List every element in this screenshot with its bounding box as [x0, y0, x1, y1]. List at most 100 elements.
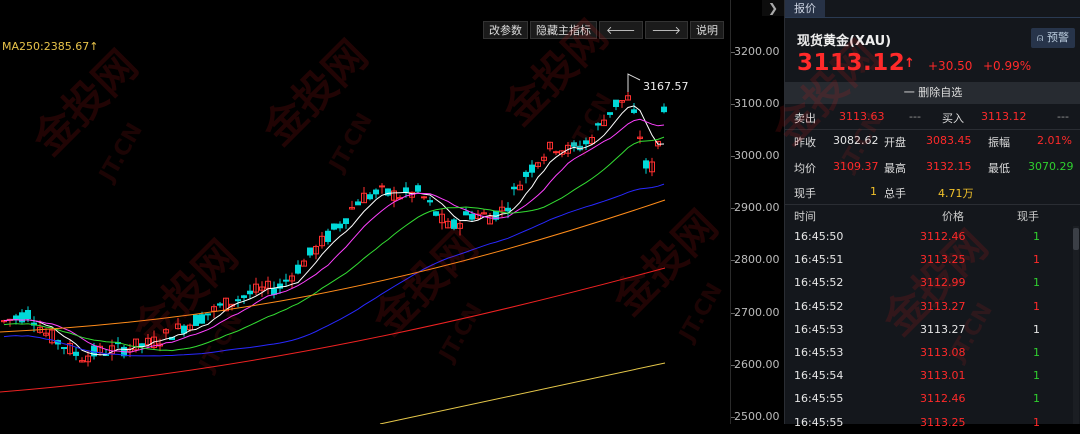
chart-toolbar: 改参数 隐藏主指标 🡐 🡒 说明	[483, 21, 724, 39]
candle-body	[283, 279, 289, 282]
cur-vol-value: 1	[870, 185, 877, 198]
candle-body	[367, 194, 373, 200]
candle-body	[583, 140, 589, 145]
candle-body	[241, 295, 247, 298]
tick-price: 3113.25	[920, 253, 966, 267]
price-axis: 3200.00 3100.00 3000.00 2900.00 2800.00 2700.…	[730, 0, 784, 424]
change-params-button[interactable]: 改参数	[483, 21, 528, 39]
up-arrow-icon: ↑	[904, 56, 915, 71]
high-value: 3132.15	[926, 160, 972, 173]
tick-price: 3113.08	[920, 346, 966, 359]
axis-tick-label: 2800.00	[734, 253, 780, 267]
ticks-scrollbar[interactable]	[1073, 226, 1079, 424]
candle-body	[337, 223, 343, 229]
tick-row: 16:45:55 3112.46 1	[785, 392, 1080, 410]
candle-body	[139, 343, 145, 347]
ticks-time-header: 时间	[794, 210, 816, 223]
axis-tick-label: 2700.00	[734, 305, 780, 319]
candle-body	[73, 351, 79, 356]
candle-body	[571, 142, 577, 147]
stats-row-1: 昨收 3082.62 开盘 3083.45 振幅 2.01%	[785, 134, 1080, 152]
remove-favorite-button[interactable]: 一 删除自选	[785, 82, 1080, 104]
avg-value: 3109.37	[833, 160, 879, 173]
stats-row-2: 均价 3109.37 最高 3132.15 最低 3070.29	[785, 160, 1080, 178]
candle-body	[331, 223, 337, 230]
tick-price: 3112.99	[920, 276, 966, 290]
cur-vol-label: 现手	[794, 187, 816, 200]
axis-tick-label: 2900.00	[734, 201, 780, 215]
tick-row: 16:45:52 3113.27 1	[785, 300, 1080, 318]
ma250-line	[379, 362, 666, 424]
tick-volume: 1	[1033, 346, 1040, 359]
last-price: 3113.12	[797, 50, 906, 76]
bid-volume: ---	[909, 110, 921, 123]
candle-body	[613, 99, 619, 108]
candle-body	[451, 219, 457, 229]
candle-body	[643, 160, 649, 169]
stats-row-3: 现手 1 总手 4.71万	[785, 185, 1080, 203]
prev-close-value: 3082.62	[833, 134, 879, 147]
candle-body	[13, 315, 19, 320]
tab-underline	[785, 17, 1080, 18]
alert-button[interactable]: ⍝ 预警	[1030, 28, 1075, 48]
candle-body	[247, 290, 253, 295]
ma250-label: MA250:2385.67↑	[2, 40, 99, 53]
collapse-panel-icon[interactable]: ❯	[762, 0, 784, 16]
tab-quote[interactable]: 报价	[785, 0, 825, 17]
tick-time: 16:45:55	[794, 392, 844, 406]
prev-close-label: 昨收	[794, 136, 816, 149]
tick-price: 3112.46	[920, 230, 966, 243]
ma-red-line	[0, 267, 666, 393]
axis-tick-label: 3100.00	[734, 97, 780, 111]
alert-label: 预警	[1047, 31, 1069, 44]
tick-volume: 1	[1033, 299, 1040, 313]
candle-body	[181, 325, 187, 334]
ma20-line	[3, 136, 665, 352]
candle-body	[217, 303, 223, 306]
candle-body	[379, 185, 385, 188]
bell-icon: ⍝	[1036, 31, 1047, 44]
tick-row: 16:45:53 3113.08 1	[785, 346, 1080, 364]
arrow-right-icon[interactable]: 🡒	[644, 21, 688, 39]
tick-volume: 1	[1033, 322, 1040, 336]
candle-body	[295, 264, 301, 274]
divider	[785, 129, 1080, 130]
axis-tick-label: 3000.00	[734, 149, 780, 163]
ma40-line	[3, 183, 665, 357]
candle-body	[553, 151, 559, 154]
ticks-scroll-thumb[interactable]	[1073, 228, 1079, 250]
tick-row: 16:45:54 3113.01 1	[785, 369, 1080, 387]
high-label: 最高	[884, 162, 906, 175]
candle-body	[631, 109, 637, 113]
ticks-header: 时间 价格 现手	[785, 208, 1080, 226]
tick-price: 3112.46	[920, 392, 966, 406]
ticks-price-header: 价格	[942, 210, 964, 223]
hide-main-indicator-button[interactable]: 隐藏主指标	[530, 21, 597, 39]
candle-body	[307, 247, 313, 256]
tick-volume: 1	[1033, 392, 1040, 406]
candle-body	[523, 171, 529, 177]
tick-time: 16:45:53	[794, 346, 844, 359]
candle-body	[463, 211, 469, 216]
ticks-vol-header: 现手	[1017, 210, 1039, 223]
candle-body	[421, 196, 427, 199]
ask-label: 买入	[942, 112, 964, 125]
open-value: 3083.45	[926, 134, 972, 147]
ma5-line	[3, 105, 665, 356]
candle-body	[199, 314, 205, 324]
tick-time: 16:45:55	[794, 415, 844, 429]
price-change: +30.50	[928, 59, 973, 73]
total-vol-label: 总手	[884, 187, 906, 200]
tick-price: 3113.27	[920, 322, 966, 336]
chart-canvas	[0, 73, 667, 424]
tick-time: 16:45:54	[794, 369, 844, 383]
axis-tick-label: 2600.00	[734, 357, 780, 371]
help-button[interactable]: 说明	[690, 21, 724, 39]
candle-body	[661, 106, 667, 113]
tick-time: 16:45:52	[794, 299, 844, 313]
tick-time: 16:45:53	[794, 322, 844, 336]
price-change-pct: +0.99%	[983, 59, 1032, 73]
candlestick-chart[interactable]: MA250:2385.67↑ 3167.57 改参数 隐藏主指标 🡐 🡒 说明	[0, 0, 730, 424]
tick-time: 16:45:52	[794, 276, 844, 290]
arrow-left-icon[interactable]: 🡐	[599, 21, 643, 39]
